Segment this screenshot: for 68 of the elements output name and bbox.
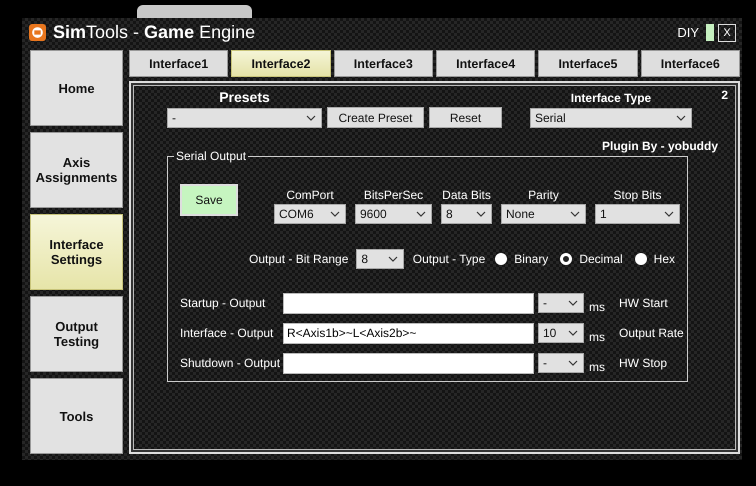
field-label: Data Bits	[442, 188, 491, 202]
field-label: Output Rate	[619, 326, 684, 340]
chevron-icon	[676, 115, 686, 121]
mode-indicator	[706, 24, 714, 41]
dropdown[interactable]: 8	[441, 204, 492, 224]
radio-button[interactable]: Hex	[634, 252, 675, 266]
field-label: Output - Bit Range	[249, 252, 348, 266]
chevron-icon	[568, 330, 578, 336]
dropdown[interactable]: COM6	[274, 204, 346, 224]
chevron-icon	[568, 360, 578, 366]
chevron-icon	[664, 211, 674, 217]
field-label: ComPort	[286, 188, 334, 202]
tab[interactable]: Interface2	[231, 50, 331, 77]
nav-button[interactable]: Tools	[30, 378, 123, 454]
radio-button[interactable]: Binary	[495, 252, 548, 266]
save-button[interactable]: Save	[180, 184, 238, 216]
dropdown[interactable]: -	[538, 293, 584, 313]
chevron-icon	[568, 300, 578, 306]
section-heading: Presets	[219, 89, 270, 105]
nav-button[interactable]: Output Testing	[30, 296, 123, 372]
nav-button[interactable]: Interface Settings	[30, 214, 123, 290]
field-label: Shutdown - Output	[180, 356, 282, 370]
chevron-icon	[476, 211, 486, 217]
field-label: Parity	[528, 188, 559, 202]
field-label: HW Start	[619, 296, 668, 310]
group-title: Serial Output	[174, 149, 248, 163]
input-field[interactable]	[283, 352, 534, 374]
plugin-credit: Plugin By - yobuddy	[602, 139, 718, 153]
dropdown[interactable]: -	[538, 353, 584, 373]
chevron-icon	[330, 211, 340, 217]
chevron-icon	[570, 211, 580, 217]
tab[interactable]: Interface4	[436, 50, 536, 77]
tab[interactable]: Interface1	[129, 50, 228, 77]
nav-button[interactable]: Home	[30, 50, 123, 126]
unit-label: ms	[589, 330, 606, 344]
create-preset-button[interactable]: Create Preset	[327, 107, 424, 128]
field-label: Startup - Output	[180, 296, 266, 310]
window-title: SimTools - Game Engine	[53, 22, 256, 43]
nav-button[interactable]: Axis Assignments	[30, 132, 123, 208]
radio-button[interactable]: Decimal	[560, 252, 623, 266]
tab[interactable]: Interface5	[538, 50, 638, 77]
close-button[interactable]: X	[718, 24, 736, 42]
dropdown[interactable]: 10	[538, 323, 584, 343]
field-label: HW Stop	[619, 356, 668, 370]
unit-label: ms	[589, 300, 606, 314]
dropdown[interactable]: 9600	[355, 204, 432, 224]
unit-label: ms	[589, 360, 606, 374]
field-label: BitsPerSec	[364, 188, 424, 202]
input-field[interactable]	[283, 292, 534, 314]
mode-label: DIY	[677, 25, 699, 40]
reset-button[interactable]: Reset	[429, 107, 502, 128]
dropdown[interactable]: 1	[595, 204, 680, 224]
dropdown[interactable]: Serial	[530, 108, 692, 128]
dropdown[interactable]: None	[501, 204, 586, 224]
section-heading: Interface Type	[570, 91, 652, 105]
field-label: Interface - Output	[180, 326, 274, 340]
panel-number: 2	[721, 88, 728, 102]
dropdown[interactable]: -	[167, 108, 322, 128]
chevron-icon	[306, 115, 316, 121]
tab[interactable]: Interface6	[640, 50, 740, 77]
dropdown[interactable]: 8	[356, 249, 404, 269]
logo-icon	[29, 24, 46, 41]
field-label: Output - Type	[412, 252, 486, 266]
chevron-icon	[388, 256, 398, 262]
chevron-icon	[416, 211, 426, 217]
input-field[interactable]: R<Axis1b>~L<Axis2b>~	[283, 322, 534, 344]
tab[interactable]: Interface3	[334, 50, 433, 77]
field-label: Stop Bits	[613, 188, 662, 202]
